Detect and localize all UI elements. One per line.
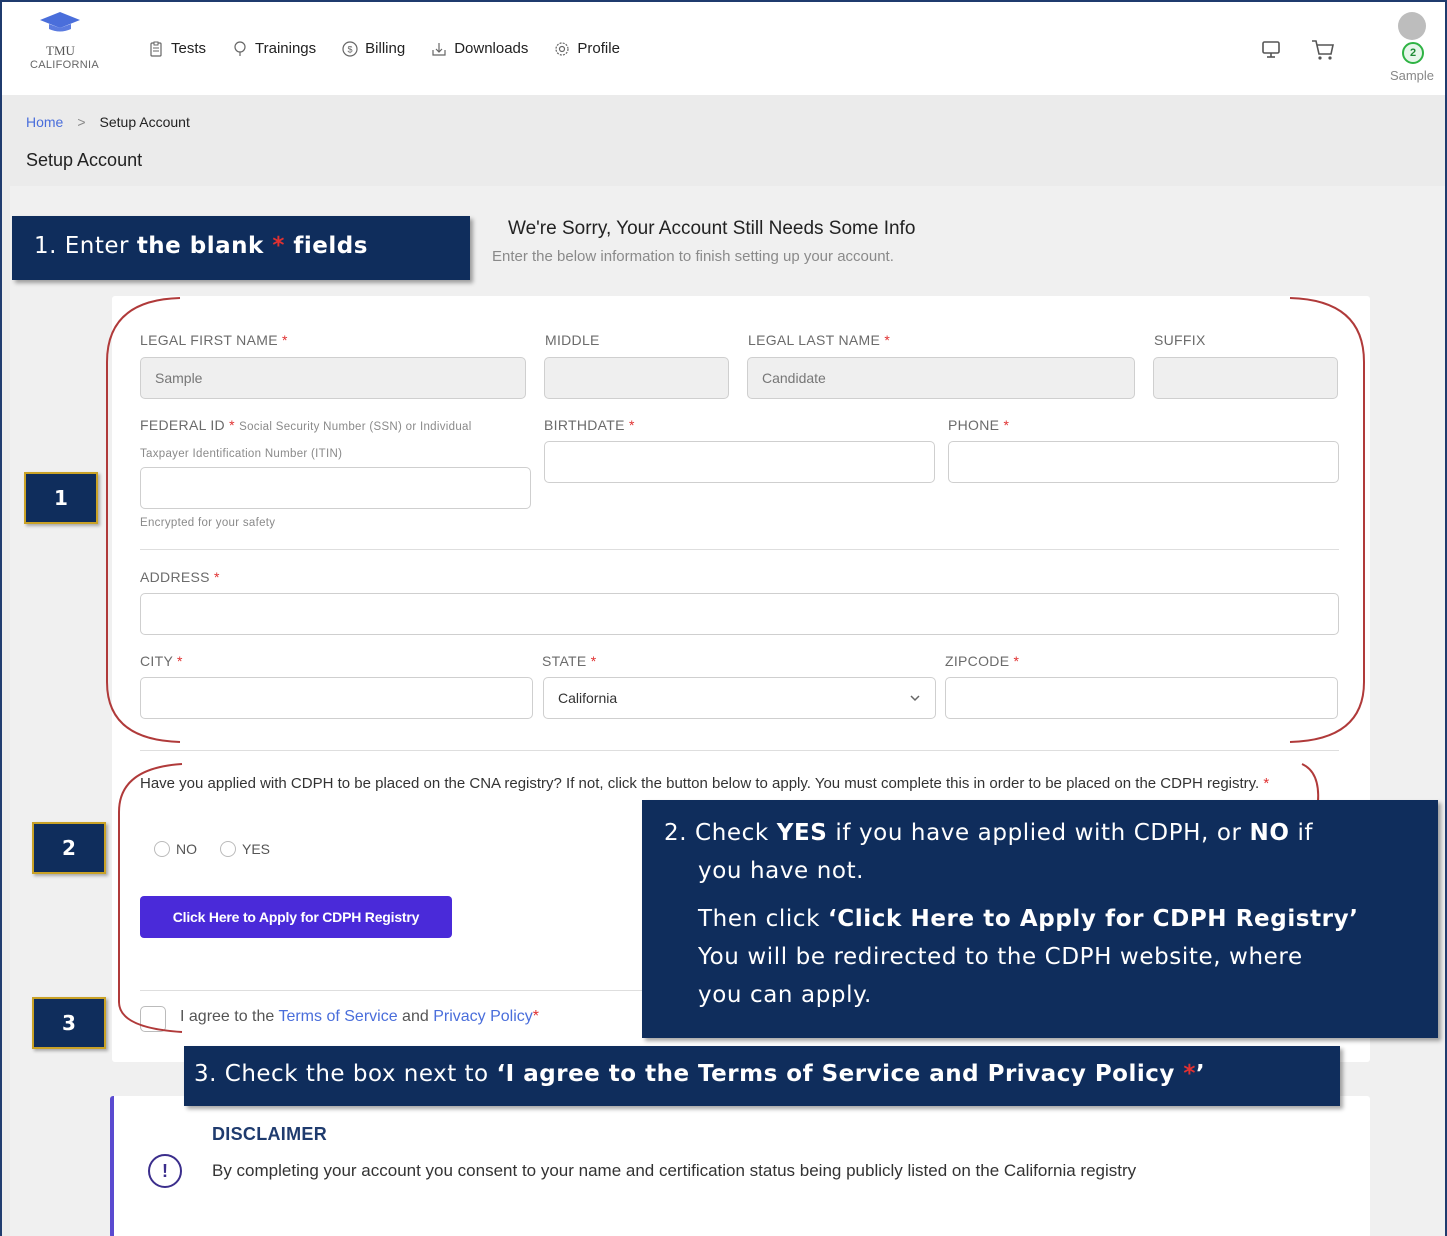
annotation-step1: 1. Enter the blank * fields	[12, 216, 470, 280]
app-frame: TMU CALIFORNIA Tests Trainings $ Billing…	[0, 0, 1447, 1236]
annotation-step3: 3. Check the box next to ‘I agree to the…	[184, 1046, 1340, 1106]
annotation-step2: 2. Check YES if you have applied with CD…	[642, 800, 1438, 1038]
step-badge-3: 3	[32, 997, 106, 1049]
step-badge-1: 1	[24, 472, 98, 524]
step-badge-2: 2	[32, 822, 106, 874]
